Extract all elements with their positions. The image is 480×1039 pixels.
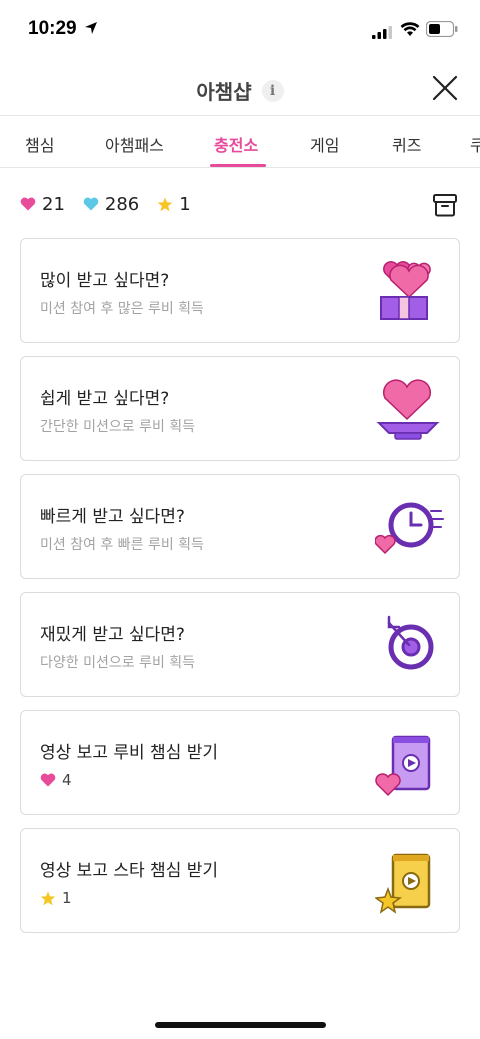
- card-title: 쉽게 받고 싶다면?: [40, 389, 170, 409]
- battery-icon: [425, 20, 458, 41]
- star-icon: [157, 197, 173, 211]
- ruby-count: 21: [42, 193, 65, 215]
- gift-hearts-icon: [375, 253, 445, 329]
- target-icon: [375, 607, 445, 683]
- card-subtitle: 간단한 미션으로 루비 획득: [40, 419, 196, 435]
- cellular-signal-icon: [372, 24, 392, 43]
- page-title-row: 아챔샵 i: [0, 76, 480, 105]
- mission-card-fun[interactable]: 재밌게 받고 싶다면? 다양한 미션으로 루비 획득: [20, 592, 460, 697]
- star-icon: [40, 891, 56, 905]
- diamond-balance: 286: [83, 194, 139, 215]
- tab-champsim[interactable]: 챔심: [25, 132, 54, 156]
- card-title: 많이 받고 싶다면?: [40, 271, 170, 291]
- card-title: 빠르게 받고 싶다면?: [40, 507, 185, 527]
- heart-icon: [20, 197, 36, 211]
- tab-bar: 챔심 아챔패스 충전소 게임 퀴즈 쿠: [0, 116, 480, 168]
- info-icon[interactable]: i: [261, 79, 284, 102]
- star-balance: 1: [157, 193, 191, 215]
- card-reward: 4: [40, 771, 72, 789]
- card-title: 영상 보고 스타 챔심 받기: [40, 861, 219, 881]
- card-subtitle: 미션 참여 후 많은 루비 획득: [40, 301, 204, 317]
- heart-plate-icon: [375, 371, 445, 447]
- blue-heart-icon: [83, 197, 99, 211]
- video-ruby-card[interactable]: 영상 보고 루비 챔심 받기 4: [20, 710, 460, 815]
- ruby-balance: 21: [20, 194, 65, 215]
- video-star-card[interactable]: 영상 보고 스타 챔심 받기 1: [20, 828, 460, 933]
- status-time: 10:29: [28, 18, 77, 39]
- home-indicator: [155, 1022, 326, 1028]
- location-arrow-icon: [84, 20, 98, 39]
- balance-row: 21 286 1: [20, 190, 209, 218]
- card-title: 영상 보고 루비 챔심 받기: [40, 743, 219, 763]
- wifi-icon: [400, 21, 420, 41]
- heart-icon: [40, 773, 56, 787]
- mission-card-many[interactable]: 많이 받고 싶다면? 미션 참여 후 많은 루비 획득: [20, 238, 460, 343]
- page-title: 아챔샵: [196, 80, 252, 104]
- tab-quiz[interactable]: 퀴즈: [392, 132, 421, 156]
- tab-charging-station[interactable]: 충전소: [214, 132, 258, 156]
- close-button[interactable]: [432, 75, 458, 101]
- header: 아챔샵 i: [0, 60, 480, 116]
- storage-box-icon[interactable]: [432, 192, 458, 222]
- video-phone-star-icon: [373, 843, 445, 919]
- status-bar: 10:29: [0, 0, 480, 60]
- reward-amount: 1: [62, 889, 72, 907]
- tab-game[interactable]: 게임: [310, 132, 339, 156]
- fast-clock-icon: [374, 489, 445, 565]
- mission-card-easy[interactable]: 쉽게 받고 싶다면? 간단한 미션으로 루비 획득: [20, 356, 460, 461]
- video-phone-heart-icon: [375, 725, 445, 801]
- close-icon: [432, 75, 458, 101]
- reward-amount: 4: [62, 771, 72, 789]
- diamond-count: 286: [104, 193, 140, 215]
- card-subtitle: 다양한 미션으로 루비 획득: [40, 655, 196, 671]
- tab-achampass[interactable]: 아챔패스: [105, 132, 164, 156]
- card-reward: 1: [40, 889, 72, 907]
- star-count: 1: [179, 193, 191, 215]
- card-subtitle: 미션 참여 후 빠른 루비 획득: [40, 537, 204, 553]
- card-title: 재밌게 받고 싶다면?: [40, 625, 185, 645]
- mission-card-fast[interactable]: 빠르게 받고 싶다면? 미션 참여 후 빠른 루비 획득: [20, 474, 460, 579]
- active-tab-indicator: [210, 164, 266, 167]
- tab-coupon[interactable]: 쿠: [470, 132, 480, 156]
